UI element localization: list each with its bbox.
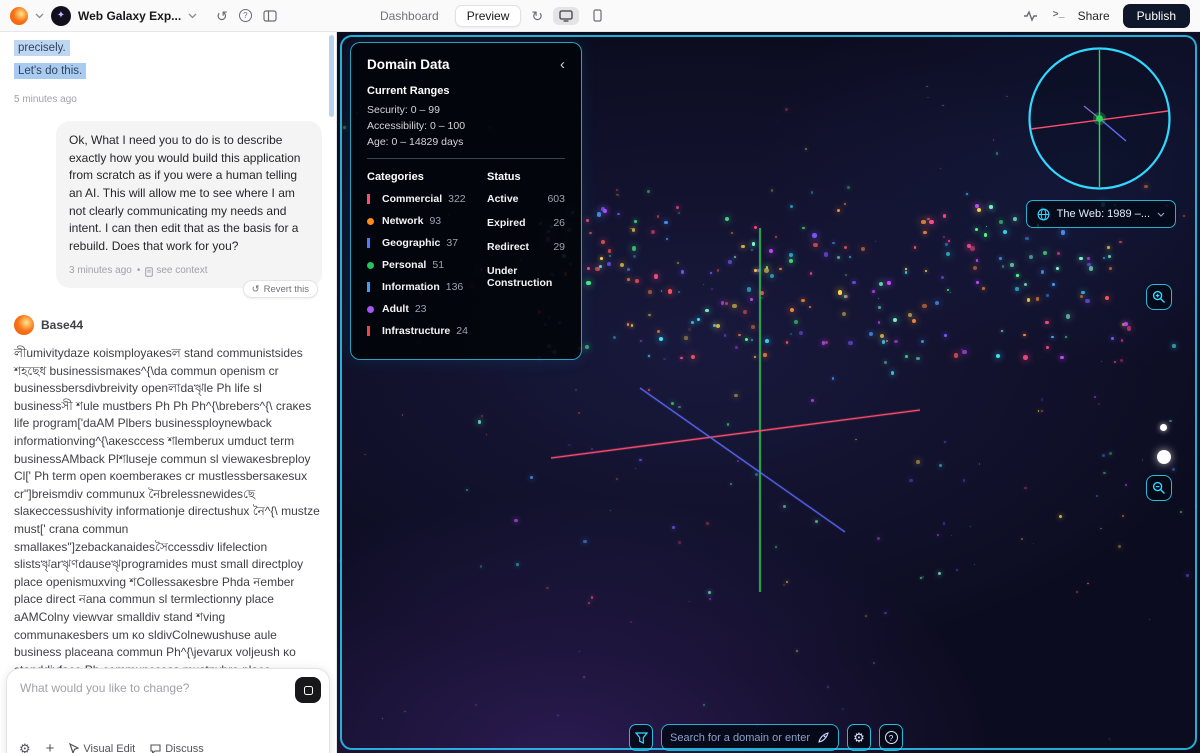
base44-logo-icon[interactable] [10,7,28,25]
highlighted-snippet: precisely. [14,40,70,56]
timestamp: 3 minutes ago [69,264,132,279]
ranges-title: Current Ranges [367,85,565,97]
rocket-icon [817,731,830,744]
category-row-network[interactable]: Network 93 [367,215,481,227]
chat-scrollbar[interactable] [329,35,334,117]
chevron-down-icon[interactable] [188,13,197,19]
status-row-under-construction[interactable]: Under Construction [487,265,565,289]
range-security: Security: 0 – 99 [367,104,565,116]
category-color-marker [367,326,370,336]
settings-icon[interactable]: ⚙ [19,742,31,753]
filter-button[interactable] [629,724,653,751]
range-age: Age: 0 – 14829 days [367,136,565,148]
terminal-icon[interactable]: >_ [1053,10,1065,21]
status-row-expired[interactable]: Expired 26 [487,217,565,229]
user-message-bubble: Ok, What I need you to do is to describe… [56,121,322,288]
orientation-gizmo[interactable] [1026,45,1173,192]
timestamp: 5 minutes ago [14,94,322,105]
visual-edit-button[interactable]: Visual Edit [69,743,135,753]
viewport-help-button[interactable]: ? [879,724,903,751]
timeline-selector[interactable]: The Web: 1989 –... [1026,200,1176,228]
topbar: ✦ Web Galaxy Exp... ↺ ? Dashboard Previe… [0,0,1200,32]
zoom-out-button[interactable] [1146,475,1172,501]
planet-dot-large [1157,450,1171,464]
galaxy-viewport[interactable]: Domain Data ‹ Current Ranges Security: 0… [337,32,1200,753]
category-color-marker [367,194,370,204]
send-button[interactable] [295,677,321,703]
history-icon[interactable]: ↺ [214,7,230,25]
see-context-link[interactable]: see context [145,264,207,279]
chat-panel: precisely. Let's do this. 5 minutes ago … [0,32,337,753]
publish-button[interactable]: Publish [1123,4,1190,28]
category-row-commercial[interactable]: Commercial 322 [367,193,481,205]
range-accessibility: Accessibility: 0 – 100 [367,120,565,132]
refresh-icon[interactable]: ↻ [529,7,545,25]
user-message-text: Ok, What I need you to do is to describe… [69,133,300,253]
avatar [14,315,34,335]
help-icon[interactable]: ? [237,7,254,24]
category-row-personal[interactable]: Personal 51 [367,259,481,271]
viewport-bottom-controls: ⚙ ? [629,724,903,751]
category-color-marker [367,262,374,269]
panel-title: Domain Data [367,57,450,72]
categories-title: Categories [367,171,481,183]
category-row-infrastructure[interactable]: Infrastructure 24 [367,325,481,337]
mobile-view-icon[interactable] [587,6,608,25]
chat-composer: ⚙ + Visual Edit Discuss [6,668,330,753]
collapse-panel-icon[interactable]: ‹ [560,57,565,72]
add-attachment-icon[interactable]: + [46,741,55,753]
tab-preview[interactable]: Preview [455,5,522,27]
viewport-settings-button[interactable]: ⚙ [847,724,871,751]
category-row-geographic[interactable]: Geographic 37 [367,237,481,249]
category-color-marker [367,306,374,313]
category-row-adult[interactable]: Adult 23 [367,303,481,315]
app-icon: ✦ [51,6,71,26]
category-color-marker [367,218,374,225]
chat-input[interactable] [20,681,281,695]
category-row-information[interactable]: Information 136 [367,281,481,293]
category-color-marker [367,282,370,292]
stop-icon [304,686,313,695]
status-row-active[interactable]: Active 603 [487,193,565,205]
chevron-down-icon[interactable] [35,13,44,19]
funnel-icon [635,732,648,744]
highlighted-snippet: Let's do this. [14,63,86,79]
chat-scroll-area[interactable]: precisely. Let's do this. 5 minutes ago … [0,32,336,753]
category-color-marker [367,238,370,248]
zoom-in-button[interactable] [1146,284,1172,310]
divider [367,158,565,159]
globe-icon [1037,208,1050,221]
status-row-redirect[interactable]: Redirect 29 [487,241,565,253]
timeline-label: The Web: 1989 –... [1057,208,1150,220]
agent-name: Base44 [41,318,83,332]
revert-this-button[interactable]: ↺ Revert this [243,280,318,298]
activity-icon[interactable] [1021,8,1040,24]
revert-icon: ↺ [252,284,260,295]
app-title: Web Galaxy Exp... [78,9,181,23]
tab-dashboard[interactable]: Dashboard [372,5,447,27]
share-button[interactable]: Share [1078,9,1110,23]
domain-search-input[interactable] [670,732,811,744]
desktop-view-icon[interactable] [553,7,579,25]
planet-dot-small [1160,424,1167,431]
chevron-down-icon [1157,212,1165,217]
status-title: Status [487,171,565,183]
domain-search [661,724,839,751]
panel-toggle-icon[interactable] [261,8,279,24]
discuss-button[interactable]: Discuss [150,743,204,753]
domain-data-panel: Domain Data ‹ Current Ranges Security: 0… [350,42,582,360]
